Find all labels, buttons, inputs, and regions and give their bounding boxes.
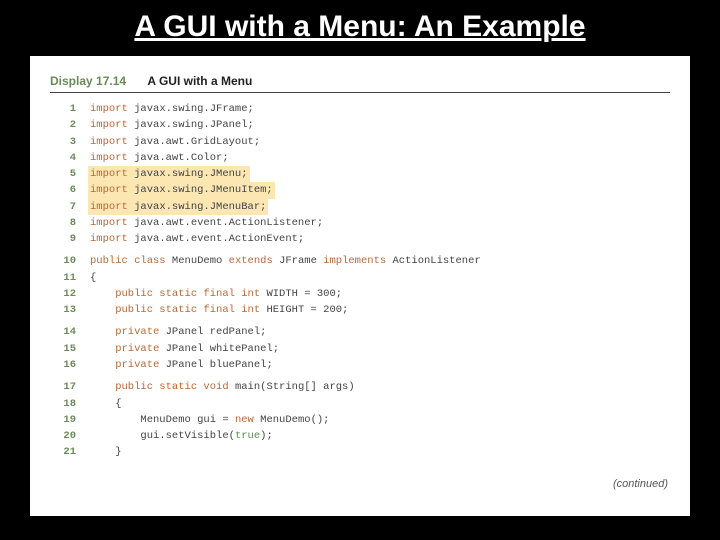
code-line: 15 private JPanel whitePanel; [50,341,670,357]
code-text: import javax.swing.JPanel; [90,117,254,133]
line-number: 16 [50,357,76,373]
code-line: 1 import javax.swing.JFrame; [50,101,670,117]
code-text: { [90,396,122,412]
line-number: 7 [50,199,76,215]
code-line: 4 import java.awt.Color; [50,150,670,166]
line-number: 12 [50,286,76,302]
code-text: gui.setVisible(true); [90,428,273,444]
code-line: 20 gui.setVisible(true); [50,428,670,444]
code-text: public static final int WIDTH = 300; [90,286,342,302]
code-line: 14 private JPanel redPanel; [50,324,670,340]
code-line: 8 import java.awt.event.ActionListener; [50,215,670,231]
line-number: 6 [50,182,76,198]
line-number: 14 [50,324,76,340]
line-number: 15 [50,341,76,357]
code-text: import javax.swing.JMenuBar; [88,199,268,215]
display-label: Display 17.14 [50,74,126,88]
code-line: 18 { [50,396,670,412]
code-text: import javax.swing.JMenuItem; [88,182,275,198]
code-text: } [90,444,122,460]
code-line: 5 import javax.swing.JMenu; [50,166,670,182]
code-line: 19 MenuDemo gui = new MenuDemo(); [50,412,670,428]
code-line: 12 public static final int WIDTH = 300; [50,286,670,302]
code-text: import java.awt.Color; [90,150,229,166]
code-line: 9 import java.awt.event.ActionEvent; [50,231,670,247]
line-number: 21 [50,444,76,460]
code-line: 16 private JPanel bluePanel; [50,357,670,373]
code-line: 17 public static void main(String[] args… [50,379,670,395]
line-number: 5 [50,166,76,182]
code-line: 13 public static final int HEIGHT = 200; [50,302,670,318]
line-number: 19 [50,412,76,428]
line-number: 2 [50,117,76,133]
code-text: import java.awt.event.ActionEvent; [90,231,304,247]
display-caption: A GUI with a Menu [147,74,252,88]
code-text: public class MenuDemo extends JFrame imp… [90,253,481,269]
code-text: private JPanel whitePanel; [90,341,279,357]
line-number: 20 [50,428,76,444]
header-rule [50,92,670,93]
line-number: 8 [50,215,76,231]
code-line: 21 } [50,444,670,460]
code-text: { [90,270,96,286]
line-number: 1 [50,101,76,117]
continued-label: (continued) [613,478,668,490]
code-line: 11 { [50,270,670,286]
code-line: 7 import javax.swing.JMenuBar; [50,199,670,215]
line-number: 18 [50,396,76,412]
display-header: Display 17.14 A GUI with a Menu [50,74,670,88]
code-text: private JPanel redPanel; [90,324,266,340]
line-number: 17 [50,379,76,395]
line-number: 13 [50,302,76,318]
code-text: MenuDemo gui = new MenuDemo(); [90,412,329,428]
code-block: 1 import javax.swing.JFrame; 2 import javax… [50,101,670,461]
code-line: 2 import javax.swing.JPanel; [50,117,670,133]
line-number: 11 [50,270,76,286]
code-text: public static final int HEIGHT = 200; [90,302,348,318]
line-number: 3 [50,134,76,150]
code-text: import java.awt.event.ActionListener; [90,215,323,231]
line-number: 4 [50,150,76,166]
line-number: 9 [50,231,76,247]
code-text: import java.awt.GridLayout; [90,134,260,150]
code-text: private JPanel bluePanel; [90,357,273,373]
code-line: 10 public class MenuDemo extends JFrame i… [50,253,670,269]
slide-title: A GUI with a Menu: An Example [0,0,720,50]
code-text: import javax.swing.JMenu; [88,166,250,182]
code-text: import javax.swing.JFrame; [90,101,254,117]
content-box: Display 17.14 A GUI with a Menu 1 import … [30,56,690,516]
line-number: 10 [50,253,76,269]
code-line: 6 import javax.swing.JMenuItem; [50,182,670,198]
code-text: public static void main(String[] args) [90,379,355,395]
code-line: 3 import java.awt.GridLayout; [50,134,670,150]
